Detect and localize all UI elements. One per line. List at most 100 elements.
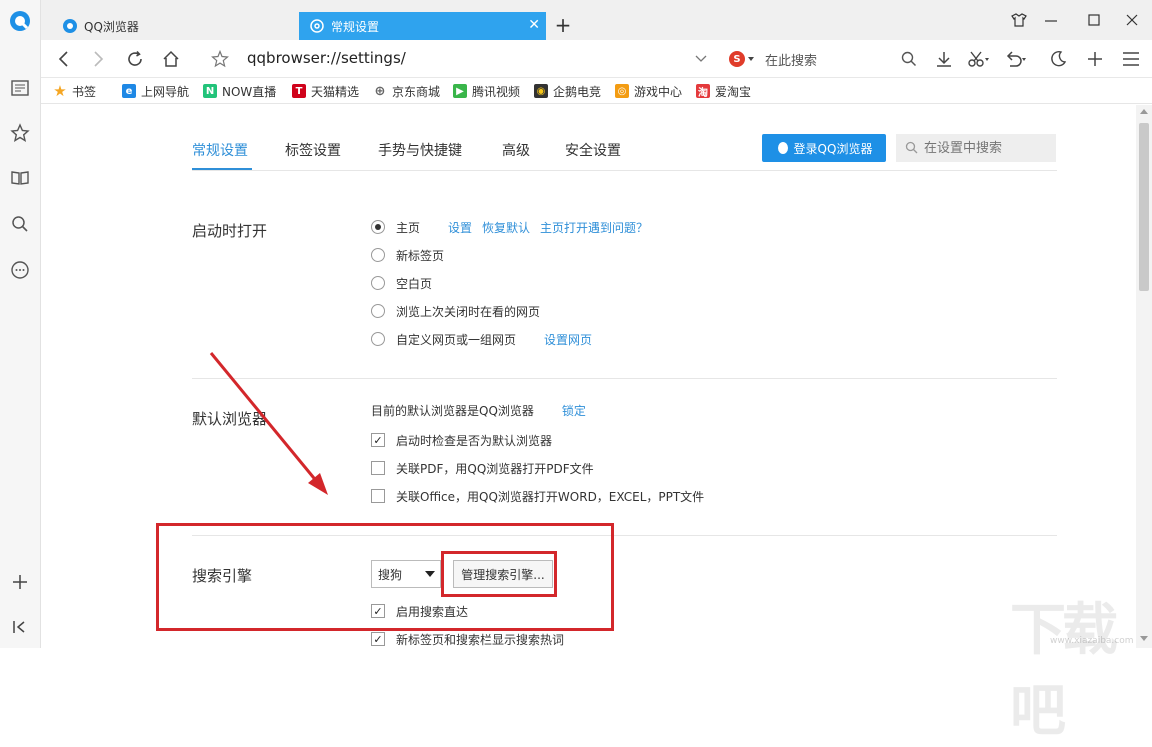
bookmark-item[interactable]: ▶ 腾讯视频 [453, 83, 520, 99]
set-pages-link[interactable]: 设置网页 [544, 331, 592, 348]
bookmark-item[interactable]: N NOW直播 [203, 83, 276, 99]
bookmark-item[interactable]: T 天猫精选 [292, 83, 359, 99]
menu-hamburger-icon[interactable] [1119, 47, 1143, 71]
search-box[interactable]: S 在此搜索 [729, 48, 919, 70]
add-icon[interactable] [8, 570, 32, 594]
tab-general-settings[interactable]: 常规设置 ✕ [299, 12, 546, 40]
bookmark-label: 爱淘宝 [715, 84, 752, 99]
screenshot-scissors-icon[interactable] [966, 47, 990, 71]
checkbox-checked[interactable]: ✓ [371, 433, 385, 447]
tab-tab-settings[interactable]: 标签设置 [285, 140, 341, 160]
radio[interactable] [371, 304, 385, 318]
associate-pdf[interactable]: 关联PDF，用QQ浏览器打开PDF文件 [371, 459, 594, 477]
watermark-logo: 下载吧 [1010, 598, 1118, 744]
lock-link[interactable]: 锁定 [562, 402, 586, 419]
minimize-icon[interactable] [1041, 10, 1061, 30]
home-icon[interactable] [159, 47, 183, 71]
bookmark-label: 游戏中心 [634, 84, 683, 99]
search-icon[interactable] [8, 212, 32, 236]
tencent-video-icon: ▶ [453, 84, 467, 98]
checkbox-checked[interactable]: ✓ [371, 632, 385, 646]
checkbox-label: 关联Office，用QQ浏览器打开WORD，EXCEL，PPT文件 [396, 489, 705, 504]
address-bar-url[interactable]: qqbrowser://settings/ [247, 49, 406, 67]
radio[interactable] [371, 276, 385, 290]
close-window-icon[interactable] [1122, 10, 1142, 30]
tab-label: 常规设置 [331, 19, 380, 34]
bookmark-star-icon[interactable] [208, 47, 232, 71]
back-icon[interactable] [51, 47, 75, 71]
startup-option-last-session[interactable]: 浏览上次关闭时在看的网页 [371, 302, 540, 320]
bookmark-item[interactable]: ◎ 游戏中心 [615, 83, 682, 99]
qq-browser-tab-icon [63, 19, 77, 33]
night-mode-moon-icon[interactable] [1046, 47, 1070, 71]
tab-general-settings[interactable]: 常规设置 [192, 140, 248, 160]
tab-close-icon[interactable]: ✕ [528, 18, 540, 32]
download-icon[interactable] [932, 47, 956, 71]
tab-advanced[interactable]: 高级 [502, 140, 530, 160]
undo-close-icon[interactable] [1003, 47, 1027, 71]
set-home-link[interactable]: 设置 [448, 219, 472, 236]
extensions-plus-icon[interactable] [1083, 47, 1107, 71]
bookmark-label: 京东商城 [392, 84, 441, 99]
tab-security-settings[interactable]: 安全设置 [565, 140, 621, 160]
settings-gear-icon [310, 19, 324, 33]
book-icon[interactable] [8, 166, 32, 190]
associate-office[interactable]: 关联Office，用QQ浏览器打开WORD，EXCEL，PPT文件 [371, 487, 704, 505]
option-label: 浏览上次关闭时在看的网页 [396, 304, 541, 319]
status-text: 目前的默认浏览器是QQ浏览器 [371, 403, 534, 418]
bookmark-label: 上网导航 [141, 84, 190, 99]
qq-penguin-icon [777, 142, 788, 154]
tab-gestures-shortcuts[interactable]: 手势与快捷键 [378, 140, 462, 160]
reading-list-icon[interactable] [8, 76, 32, 100]
startup-option-blank[interactable]: 空白页 [371, 274, 432, 292]
forward-icon[interactable] [87, 47, 111, 71]
startup-option-custom[interactable]: 自定义网页或一组网页 设置网页 [371, 330, 592, 348]
search-go-icon[interactable] [897, 47, 921, 71]
radio[interactable] [371, 248, 385, 262]
bookmark-item[interactable]: 淘 爱淘宝 [696, 83, 751, 99]
sogou-engine-icon[interactable]: S [729, 51, 745, 67]
radio[interactable] [371, 332, 385, 346]
home-problem-link[interactable]: 主页打开遇到问题？ [540, 219, 648, 236]
settings-search-input[interactable] [896, 134, 1056, 162]
star-icon: ★ [53, 82, 67, 100]
startup-option-newtab[interactable]: 新标签页 [371, 246, 444, 264]
penguin-icon: ◉ [534, 84, 548, 98]
scroll-up-icon[interactable] [1140, 109, 1148, 114]
bookmark-item[interactable]: ★ 书签 [53, 82, 96, 100]
option-label: 空白页 [396, 276, 433, 291]
favorites-star-icon[interactable] [8, 121, 32, 145]
option-label: 主页 [396, 220, 421, 235]
annotation-arrow [209, 352, 328, 495]
scrollbar[interactable] [1136, 105, 1152, 648]
checkbox[interactable] [371, 489, 385, 503]
maximize-icon[interactable] [1084, 10, 1104, 30]
search-icon [905, 141, 918, 154]
startup-option-home[interactable]: 主页 设置 恢复默认 主页打开遇到问题？ [371, 218, 648, 236]
check-default-on-start[interactable]: ✓ 启动时检查是否为默认浏览器 [371, 431, 552, 449]
scroll-thumb[interactable] [1139, 123, 1149, 291]
search-placeholder: 在此搜索 [765, 53, 818, 69]
now-icon: N [203, 84, 217, 98]
default-browser-status: 目前的默认浏览器是QQ浏览器 锁定 [371, 401, 586, 419]
chat-icon[interactable] [8, 258, 32, 282]
qq-browser-logo-icon[interactable] [8, 9, 32, 33]
checkbox[interactable] [371, 461, 385, 475]
url-dropdown-chevron-icon[interactable] [689, 47, 713, 71]
show-hot-words[interactable]: ✓ 新标签页和搜索栏显示搜索热词 [371, 630, 564, 648]
refresh-icon[interactable] [123, 47, 147, 71]
engine-caret-icon [748, 57, 754, 61]
bookmark-label: NOW直播 [222, 84, 277, 99]
startup-section-title: 启动时打开 [192, 222, 268, 240]
bookmark-item[interactable]: ◉ 企鹅电竞 [534, 83, 601, 99]
skin-shirt-icon[interactable] [1009, 10, 1029, 30]
login-button[interactable]: 登录QQ浏览器 [762, 134, 886, 162]
bookmark-item[interactable]: ⊕ 京东商城 [373, 83, 440, 99]
bookmark-item[interactable]: e 上网导航 [122, 83, 189, 99]
new-tab-plus-icon[interactable]: + [553, 13, 573, 37]
restore-default-link[interactable]: 恢复默认 [482, 219, 530, 236]
tab-qq-browser[interactable]: QQ浏览器 [52, 12, 292, 40]
collapse-sidebar-icon[interactable] [8, 615, 32, 639]
radio-selected[interactable] [371, 220, 385, 234]
globe-icon: ⊕ [374, 83, 386, 99]
